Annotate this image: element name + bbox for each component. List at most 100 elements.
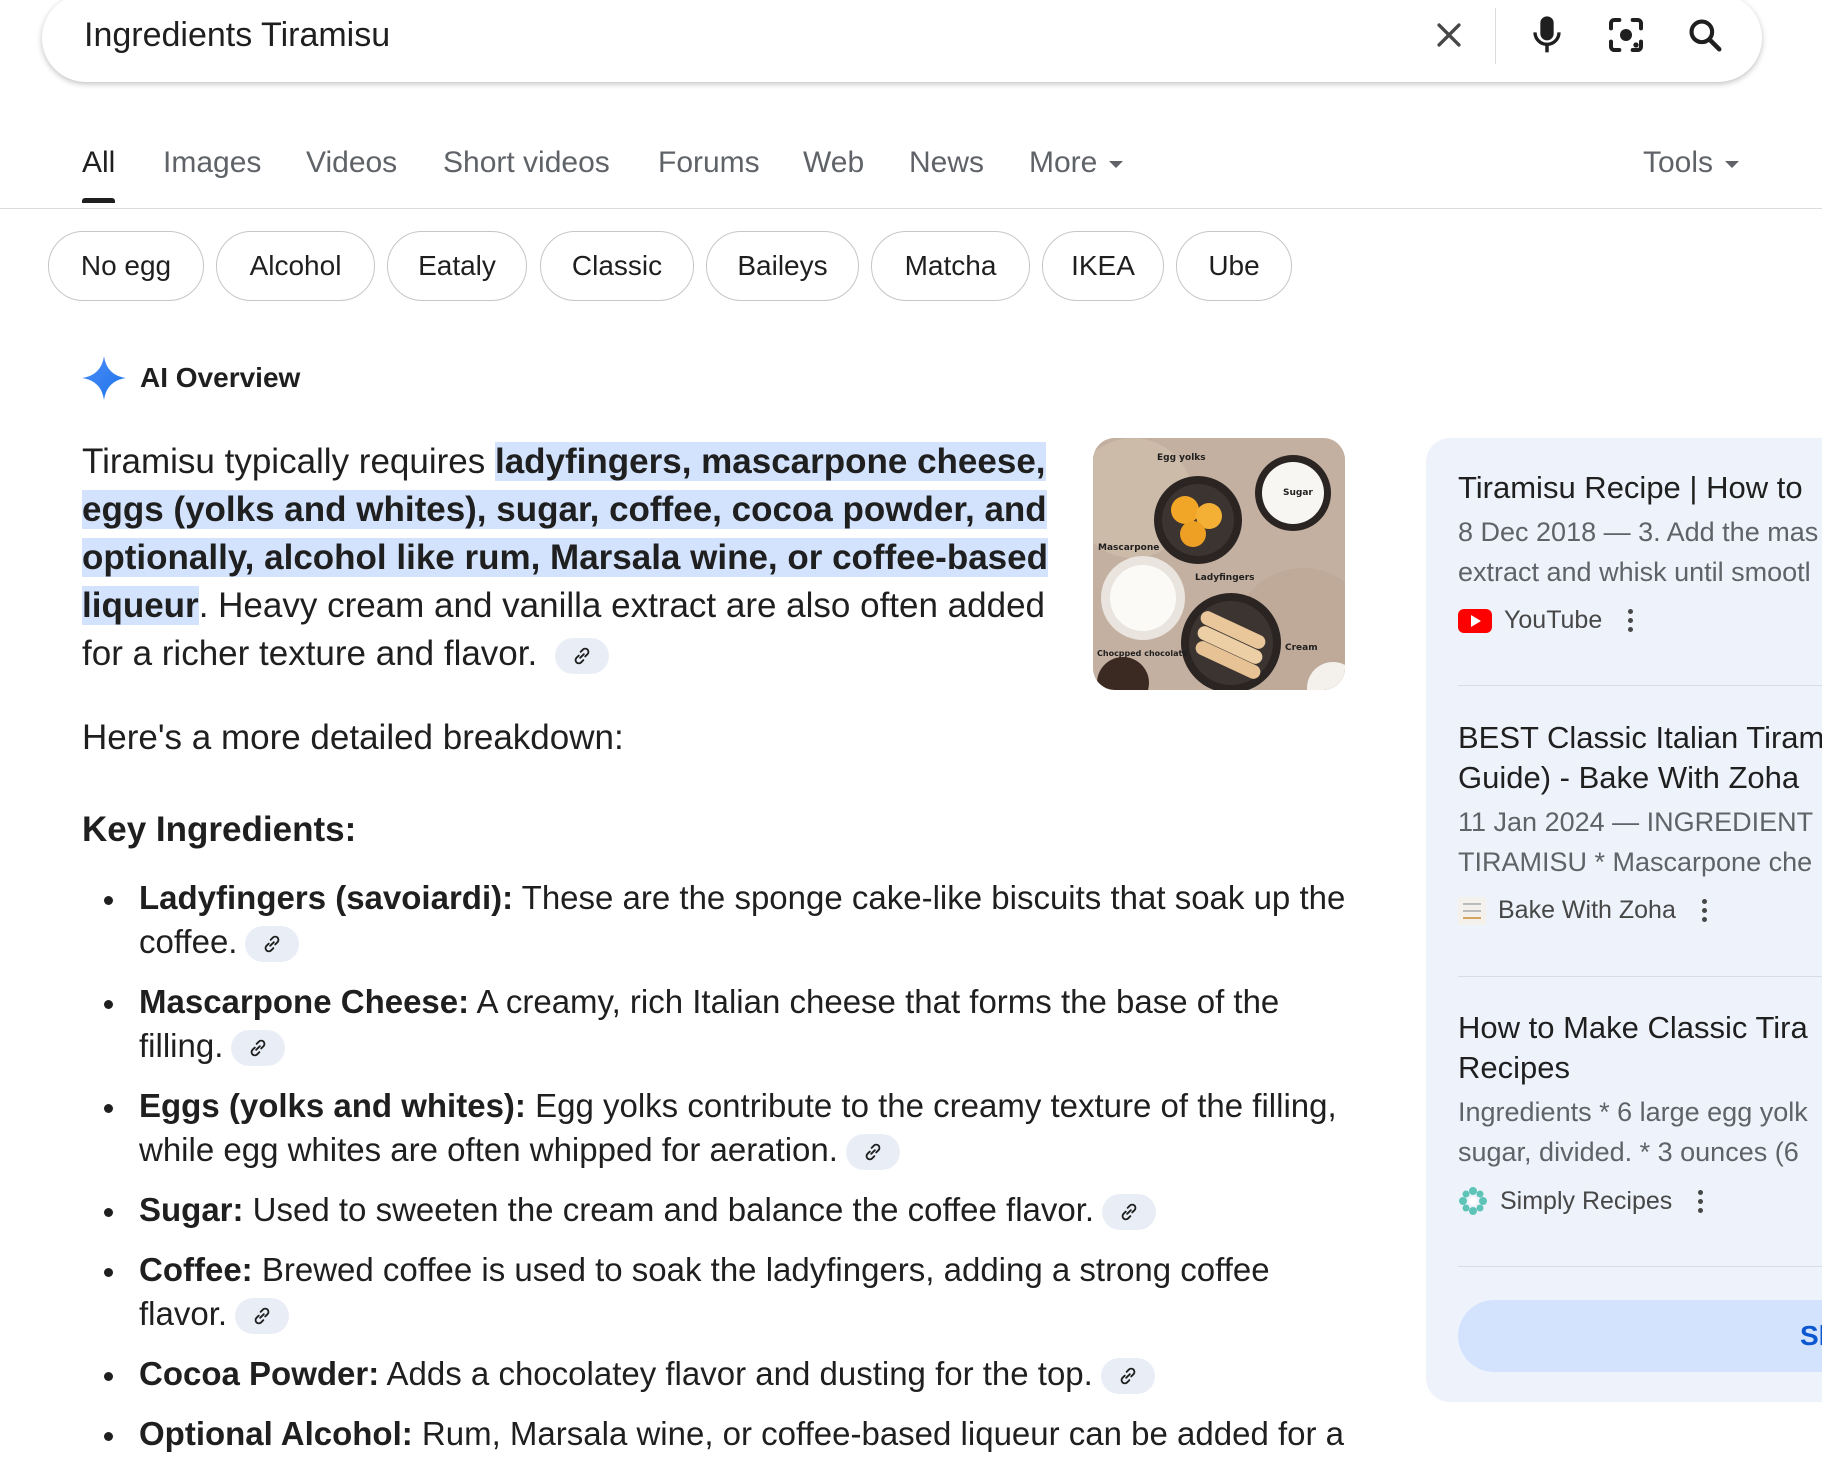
source-card[interactable]: How to Make Classic Tira Recipes Ingredi…	[1458, 1008, 1822, 1216]
source-title[interactable]: Tiramisu Recipe | How to	[1458, 468, 1822, 508]
list-item: Mascarpone Cheese: A creamy, rich Italia…	[82, 980, 1352, 1068]
link-icon	[1120, 1368, 1136, 1385]
source-snippet: Ingredients * 6 large egg yolk sugar, di…	[1458, 1092, 1822, 1172]
source-card[interactable]: BEST Classic Italian Tiram Guide) - Bake…	[1458, 718, 1822, 925]
sources-panel: Tiramisu Recipe | How to 8 Dec 2018 — 3.…	[1426, 438, 1822, 1402]
chip-no-egg[interactable]: No egg	[48, 231, 204, 301]
ingredients-photo[interactable]: Egg yolks Sugar Mascarpone Ladyfingers C…	[1093, 438, 1345, 690]
ingredient-desc: Rum, Marsala wine, or coffee-based lique…	[412, 1415, 1345, 1452]
source-snippet: 11 Jan 2024 — INGREDIENT TIRAMISU * Masc…	[1458, 802, 1822, 882]
chip-baileys[interactable]: Baileys	[706, 231, 859, 301]
ingredient-name: Sugar:	[139, 1191, 244, 1228]
chip-classic[interactable]: Classic	[540, 231, 694, 301]
label-ladyfingers: Ladyfingers	[1195, 573, 1255, 583]
tab-more[interactable]: More	[1029, 146, 1124, 180]
search-tabs: All Images Videos Short videos Forums We…	[0, 140, 1822, 209]
tab-more-label: More	[1029, 146, 1098, 179]
youtube-icon	[1458, 608, 1492, 633]
source-snippet: 8 Dec 2018 — 3. Add the mas extract and …	[1458, 512, 1822, 592]
citation-link-button[interactable]	[231, 1030, 286, 1067]
list-item: Sugar: Used to sweeten the cream and bal…	[82, 1188, 1352, 1232]
citation-link-button[interactable]	[235, 1298, 290, 1335]
list-item: Eggs (yolks and whites): Egg yolks contr…	[82, 1084, 1352, 1172]
chip-alcohol[interactable]: Alcohol	[216, 231, 375, 301]
chip-matcha[interactable]: Matcha	[871, 231, 1030, 301]
snippet-line: extract and whisk until smootl	[1458, 557, 1811, 587]
chip-ikea[interactable]: IKEA	[1042, 231, 1164, 301]
ai-overview-header: AI Overview	[82, 356, 300, 400]
source-site: YouTube	[1458, 606, 1822, 635]
tab-images[interactable]: Images	[163, 146, 261, 180]
citation-link-button[interactable]	[554, 637, 609, 674]
label-mascarpone: Mascarpone	[1098, 543, 1159, 553]
ai-overview-summary: Tiramisu typically requires ladyfingers,…	[82, 438, 1082, 678]
ingredient-desc: Adds a chocolatey flavor and dusting for…	[379, 1355, 1093, 1392]
tab-web[interactable]: Web	[803, 146, 864, 180]
list-item: Coffee: Brewed coffee is used to soak th…	[82, 1248, 1352, 1336]
tab-all[interactable]: All	[82, 146, 115, 180]
citation-link-button[interactable]	[1102, 1194, 1157, 1231]
summary-intro: Tiramisu typically requires	[82, 442, 495, 481]
ingredient-name: Optional Alcohol:	[139, 1415, 413, 1452]
tab-news[interactable]: News	[909, 146, 984, 180]
ingredient-name: Coffee:	[139, 1251, 253, 1288]
link-icon	[574, 647, 590, 665]
list-item: Cocoa Powder: Adds a chocolatey flavor a…	[82, 1352, 1352, 1396]
chip-eataly[interactable]: Eataly	[387, 231, 527, 301]
ai-overview-title: AI Overview	[140, 362, 301, 393]
link-icon	[251, 1040, 266, 1057]
source-title[interactable]: How to Make Classic Tira Recipes	[1458, 1008, 1822, 1088]
source-site-name: YouTube	[1504, 606, 1603, 634]
tab-forums[interactable]: Forums	[658, 146, 760, 180]
ingredient-desc: Used to sweeten the cream and balance th…	[243, 1191, 1095, 1228]
search-input[interactable]: Ingredients Tiramisu	[84, 16, 390, 55]
search-icon[interactable]	[1682, 12, 1728, 58]
link-icon	[1121, 1204, 1137, 1221]
tools-label: Tools	[1643, 146, 1714, 179]
ingredient-name: Mascarpone Cheese:	[139, 983, 470, 1020]
breakdown-text: Here's a more detailed breakdown:	[82, 718, 624, 757]
divider	[1458, 1266, 1822, 1267]
ingredient-name: Cocoa Powder:	[139, 1355, 380, 1392]
tools-button[interactable]: Tools	[1643, 146, 1740, 180]
citation-link-button[interactable]	[245, 926, 300, 963]
divider	[1458, 976, 1822, 977]
more-options-icon[interactable]	[1628, 609, 1634, 632]
snippet-line: TIRAMISU * Mascarpone che	[1458, 847, 1813, 877]
show-all-button[interactable]: Sl	[1458, 1300, 1822, 1372]
source-site-name: Simply Recipes	[1500, 1186, 1673, 1215]
title-line: BEST Classic Italian Tiram	[1458, 720, 1822, 755]
label-sugar: Sugar	[1283, 488, 1313, 498]
simply-recipes-flower-icon	[1459, 1187, 1487, 1215]
more-options-icon[interactable]	[1698, 1189, 1704, 1213]
list-item: Ladyfingers (savoiardi): These are the s…	[82, 876, 1352, 964]
tab-short-videos[interactable]: Short videos	[443, 146, 610, 180]
chip-ube[interactable]: Ube	[1176, 231, 1292, 301]
tab-videos[interactable]: Videos	[306, 146, 397, 180]
link-icon	[254, 1308, 270, 1325]
microphone-icon[interactable]	[1524, 12, 1570, 58]
source-title[interactable]: BEST Classic Italian Tiram Guide) - Bake…	[1458, 718, 1822, 798]
label-cream: Cream	[1285, 643, 1318, 653]
divider	[1458, 685, 1822, 686]
camera-lens-icon[interactable]	[1603, 12, 1649, 58]
snippet-line: 11 Jan 2024 — INGREDIENT	[1458, 807, 1814, 837]
snippet-line: sugar, divided. * 3 ounces (6	[1458, 1137, 1799, 1167]
snippet-line: 8 Dec 2018 — 3. Add the mas	[1458, 517, 1819, 547]
list-item: Optional Alcohol: Rum, Marsala wine, or …	[82, 1412, 1352, 1456]
label-egg-yolks: Egg yolks	[1157, 453, 1206, 463]
more-options-icon[interactable]	[1701, 899, 1707, 922]
source-site-name: Bake With Zoha	[1498, 896, 1676, 924]
citation-link-button[interactable]	[1100, 1358, 1155, 1395]
source-site: Bake With Zoha	[1458, 896, 1822, 925]
snippet-line: Ingredients * 6 large egg yolk	[1458, 1097, 1808, 1127]
title-line: How to Make Classic Tira	[1458, 1010, 1808, 1045]
ingredient-name: Ladyfingers (savoiardi):	[139, 879, 514, 916]
citation-link-button[interactable]	[845, 1134, 900, 1171]
key-ingredients-heading: Key Ingredients:	[82, 810, 357, 849]
source-card[interactable]: Tiramisu Recipe | How to 8 Dec 2018 — 3.…	[1458, 468, 1822, 635]
close-icon[interactable]	[1426, 12, 1472, 58]
title-line: Guide) - Bake With Zoha	[1458, 760, 1800, 795]
label-chocolate: Chocpped chocolate	[1097, 649, 1188, 658]
ingredient-desc: Brewed coffee is used to soak the ladyfi…	[139, 1251, 1270, 1332]
